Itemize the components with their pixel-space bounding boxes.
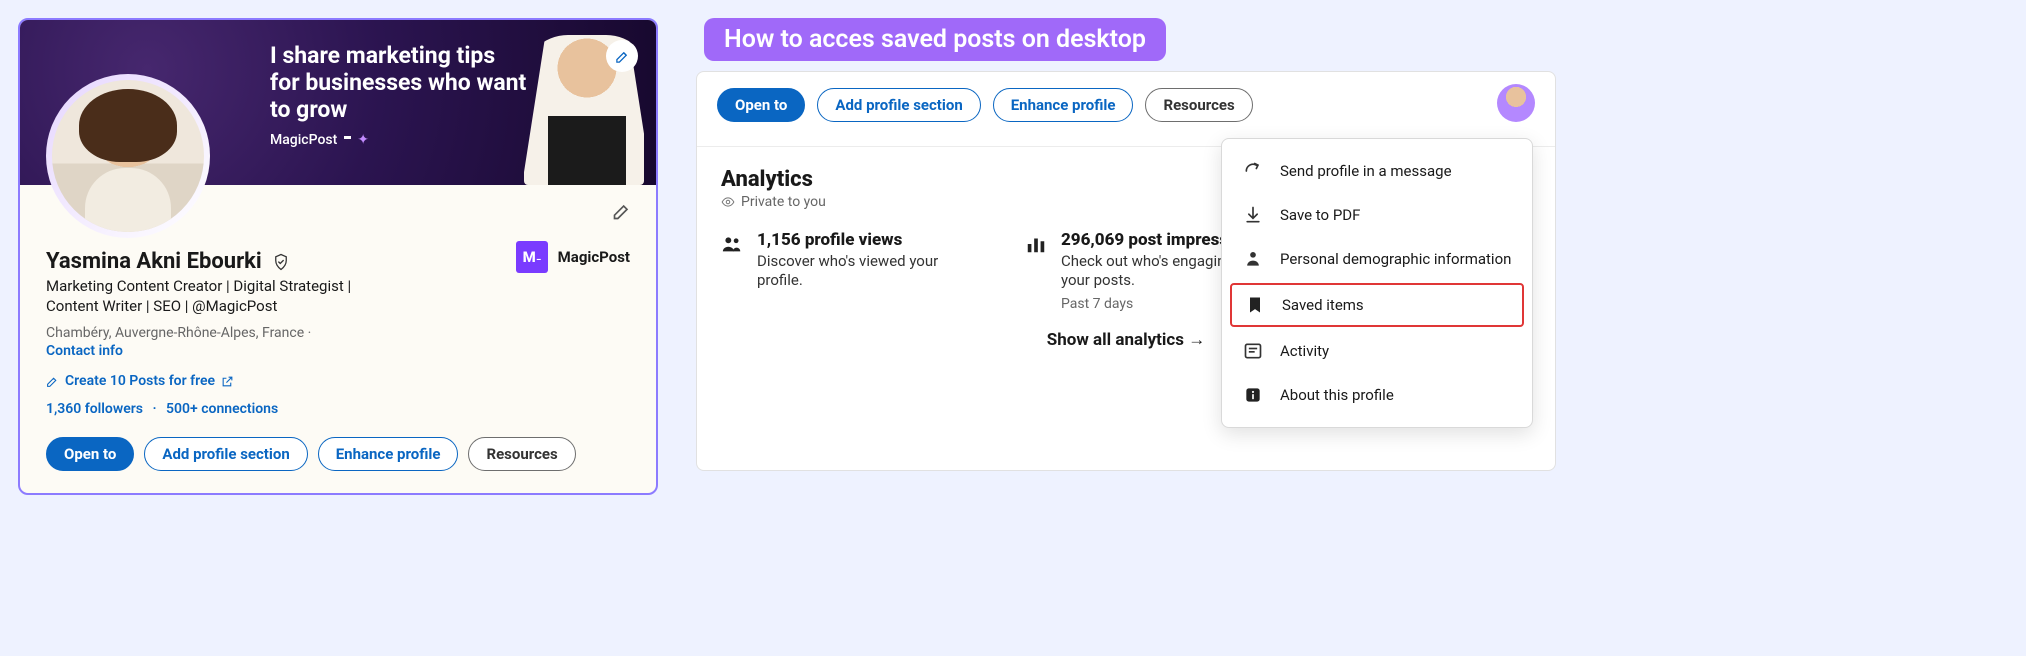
tutorial-callout: How to acces saved posts on desktop: [704, 18, 1166, 61]
connections-link[interactable]: 500+ connections: [166, 401, 278, 417]
edit-banner-button[interactable]: [606, 40, 638, 72]
share-arrow-icon: [1242, 160, 1264, 182]
pencil-icon: [612, 201, 632, 221]
analytics-card: Open to Add profile section Enhance prof…: [696, 71, 1556, 471]
profile-button-row: Open to Add profile section Enhance prof…: [46, 437, 630, 471]
banner-headline: I share marketing tips for businesses wh…: [270, 42, 530, 123]
people-icon: [721, 233, 743, 255]
sparkle-icon: ✦: [357, 132, 369, 148]
profile-views-sub: Discover who's viewed your profile.: [757, 252, 981, 290]
bookmark-icon: [1244, 294, 1266, 316]
profile-views-title: 1,156 profile views: [757, 230, 981, 250]
profile-location: Chambéry, Auvergne-Rhône-Alpes, France ·: [46, 325, 630, 341]
arrow-right-icon: →: [1188, 330, 1205, 350]
create-posts-link[interactable]: Create 10 Posts for free: [46, 373, 630, 389]
banner-brand-text: MagicPost: [270, 132, 337, 148]
menu-about-profile[interactable]: About this profile: [1222, 373, 1532, 417]
current-company[interactable]: M_ MagicPost: [516, 241, 630, 273]
resources-button[interactable]: Resources: [468, 437, 575, 471]
pencil-icon: [46, 375, 59, 388]
profile-name: Yasmina Akni Ebourki: [46, 249, 262, 274]
verified-shield-icon: [272, 253, 290, 271]
pencil-icon: [615, 49, 630, 64]
profile-views-metric[interactable]: 1,156 profile views Discover who's viewe…: [721, 230, 981, 312]
external-link-icon: [221, 375, 234, 388]
menu-save-pdf[interactable]: Save to PDF: [1222, 193, 1532, 237]
followers-link[interactable]: 1,360 followers: [46, 401, 143, 417]
profile-headline: Marketing Content Creator | Digital Stra…: [46, 277, 406, 316]
banner-brand: MagicPost ✦: [270, 132, 369, 148]
open-to-button[interactable]: Open to: [46, 437, 134, 471]
company-logo: M_: [516, 241, 548, 273]
menu-send-profile[interactable]: Send profile in a message: [1222, 149, 1532, 193]
menu-demographic-info[interactable]: Personal demographic information: [1222, 237, 1532, 281]
mini-avatar[interactable]: [1497, 84, 1535, 122]
contact-info-link[interactable]: Contact info: [46, 343, 123, 359]
resources-button[interactable]: Resources: [1145, 88, 1252, 122]
edit-profile-button[interactable]: [612, 201, 632, 221]
profile-button-row-2: Open to Add profile section Enhance prof…: [697, 72, 1555, 146]
profile-stats: 1,360 followers · 500+ connections: [46, 401, 630, 417]
info-icon: [1242, 384, 1264, 406]
menu-activity[interactable]: Activity: [1222, 329, 1532, 373]
person-icon: [1242, 248, 1264, 270]
add-profile-section-button[interactable]: Add profile section: [817, 88, 980, 122]
bar-chart-icon: [1025, 233, 1047, 255]
company-name: MagicPost: [558, 248, 630, 266]
eye-icon: [721, 195, 735, 209]
news-icon: [1242, 340, 1264, 362]
enhance-profile-button[interactable]: Enhance profile: [993, 88, 1134, 122]
download-icon: [1242, 204, 1264, 226]
enhance-profile-button[interactable]: Enhance profile: [318, 437, 459, 471]
resources-dropdown: Send profile in a message Save to PDF Pe…: [1221, 138, 1533, 428]
menu-saved-items[interactable]: Saved items: [1230, 283, 1524, 327]
tutorial-right-panel: How to acces saved posts on desktop Open…: [696, 18, 1556, 471]
profile-card: I share marketing tips for businesses wh…: [18, 18, 658, 495]
open-to-button[interactable]: Open to: [717, 88, 805, 122]
add-profile-section-button[interactable]: Add profile section: [144, 437, 307, 471]
